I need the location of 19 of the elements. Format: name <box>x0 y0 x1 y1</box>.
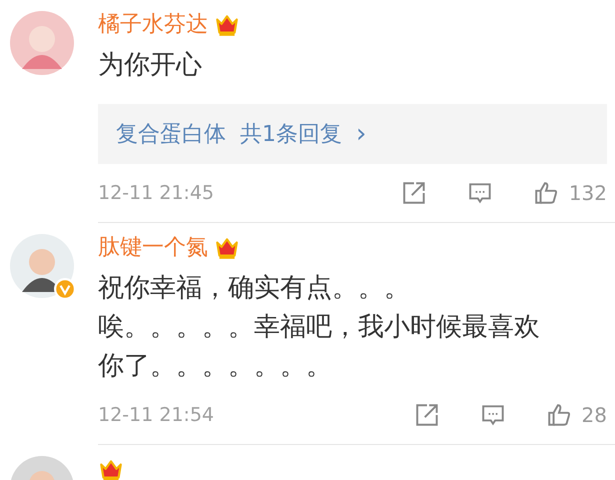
timestamp: 12-11 21:45 <box>98 182 214 204</box>
share-icon[interactable] <box>414 402 440 428</box>
like-count: 132 <box>568 181 607 205</box>
comment-text: 为你开心 <box>98 49 202 82</box>
reply-author[interactable]: 复合蛋白体 <box>116 119 226 149</box>
user-name[interactable]: 橘子水芬达 <box>98 11 208 39</box>
comment-text: 唉。。。。。幸福吧，我小时候最喜欢 <box>98 311 540 344</box>
avatar[interactable] <box>10 234 74 298</box>
replies-link[interactable]: 复合蛋白体 共1条回复 › <box>98 104 607 164</box>
user-name[interactable]: 肽键一个氮 <box>98 234 208 262</box>
chevron-icon: › <box>356 119 366 149</box>
comment-text: 祝你幸福，确实有点。。。 <box>98 272 410 305</box>
reply-count[interactable]: 共1条回复 <box>240 119 342 149</box>
thumbs-up-icon[interactable] <box>546 402 572 428</box>
timestamp: 12-11 21:54 <box>98 404 214 426</box>
comment-text: 你了。。。。。。。 <box>98 350 332 383</box>
thumbs-up-icon[interactable] <box>532 180 559 206</box>
share-icon[interactable] <box>400 180 427 206</box>
like-count: 28 <box>582 403 607 427</box>
